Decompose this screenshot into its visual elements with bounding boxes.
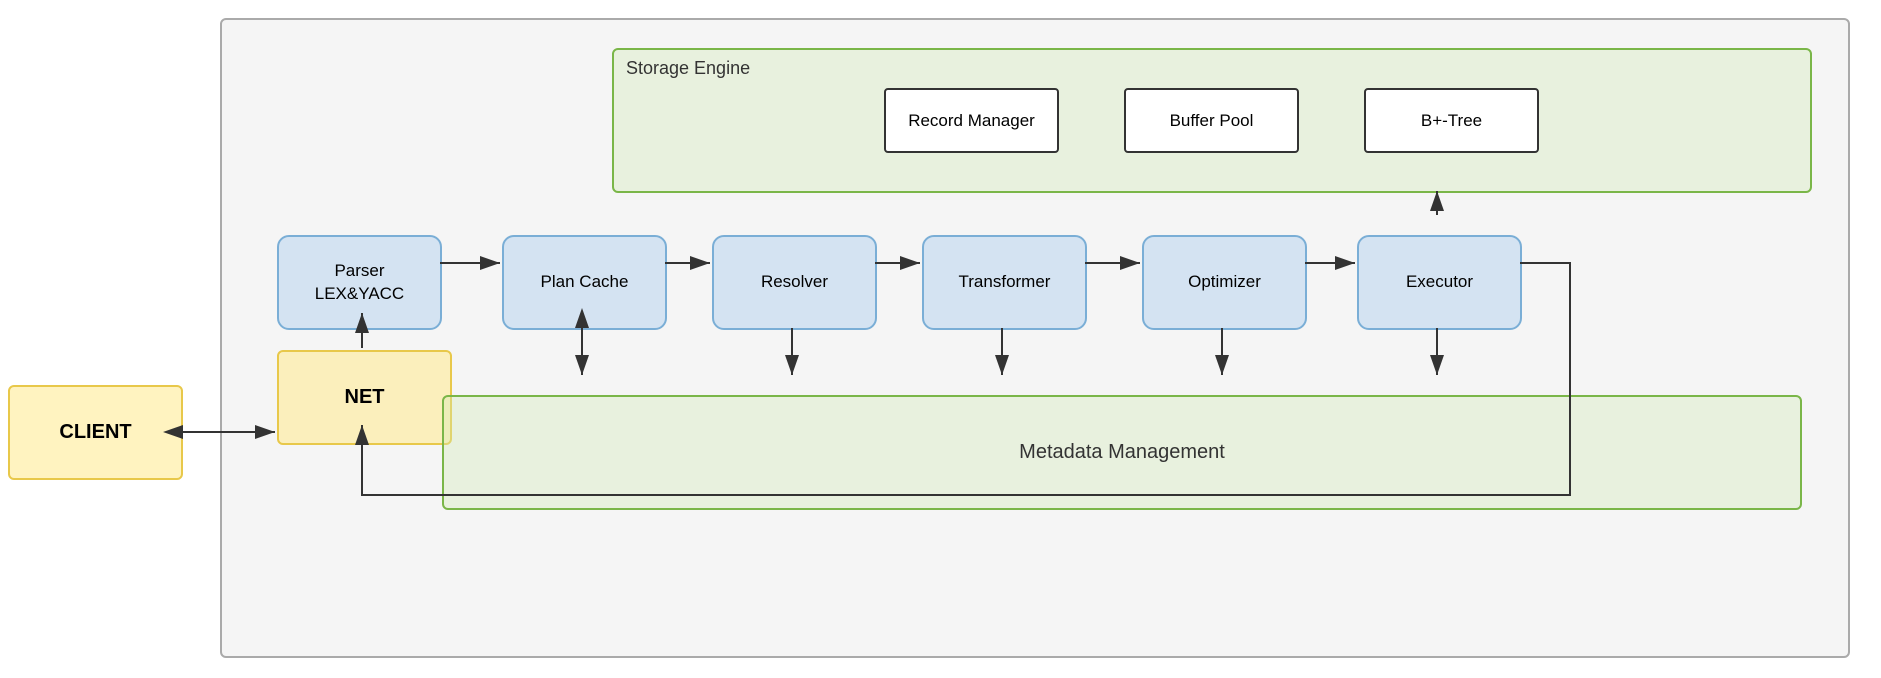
bplus-tree-box: B+-Tree	[1364, 88, 1539, 153]
transformer-box: Transformer	[922, 235, 1087, 330]
executor-label: Executor	[1406, 271, 1473, 293]
record-manager-label: Record Manager	[908, 111, 1035, 131]
resolver-label: Resolver	[761, 271, 828, 293]
executor-box: Executor	[1357, 235, 1522, 330]
client-label: CLIENT	[59, 421, 131, 444]
main-box: Storage Engine Record Manager Buffer Poo…	[220, 18, 1850, 658]
diagram-container: CLIENT Storage Engine Record Manager Buf…	[0, 0, 1881, 678]
storage-engine-label: Storage Engine	[626, 58, 750, 79]
optimizer-box: Optimizer	[1142, 235, 1307, 330]
resolver-box: Resolver	[712, 235, 877, 330]
net-box: NET	[277, 350, 452, 445]
metadata-label: Metadata Management	[1019, 441, 1225, 464]
client-box: CLIENT	[8, 385, 183, 480]
bplus-tree-label: B+-Tree	[1421, 111, 1482, 131]
buffer-pool-label: Buffer Pool	[1170, 111, 1254, 131]
transformer-label: Transformer	[959, 271, 1051, 293]
record-manager-box: Record Manager	[884, 88, 1059, 153]
parser-label: ParserLEX&YACC	[315, 260, 404, 304]
optimizer-label: Optimizer	[1188, 271, 1261, 293]
buffer-pool-box: Buffer Pool	[1124, 88, 1299, 153]
plan-cache-box: Plan Cache	[502, 235, 667, 330]
net-label: NET	[345, 386, 385, 409]
plan-cache-label: Plan Cache	[541, 271, 629, 293]
storage-engine-box: Storage Engine Record Manager Buffer Poo…	[612, 48, 1812, 193]
parser-box: ParserLEX&YACC	[277, 235, 442, 330]
metadata-box: Metadata Management	[442, 395, 1802, 510]
